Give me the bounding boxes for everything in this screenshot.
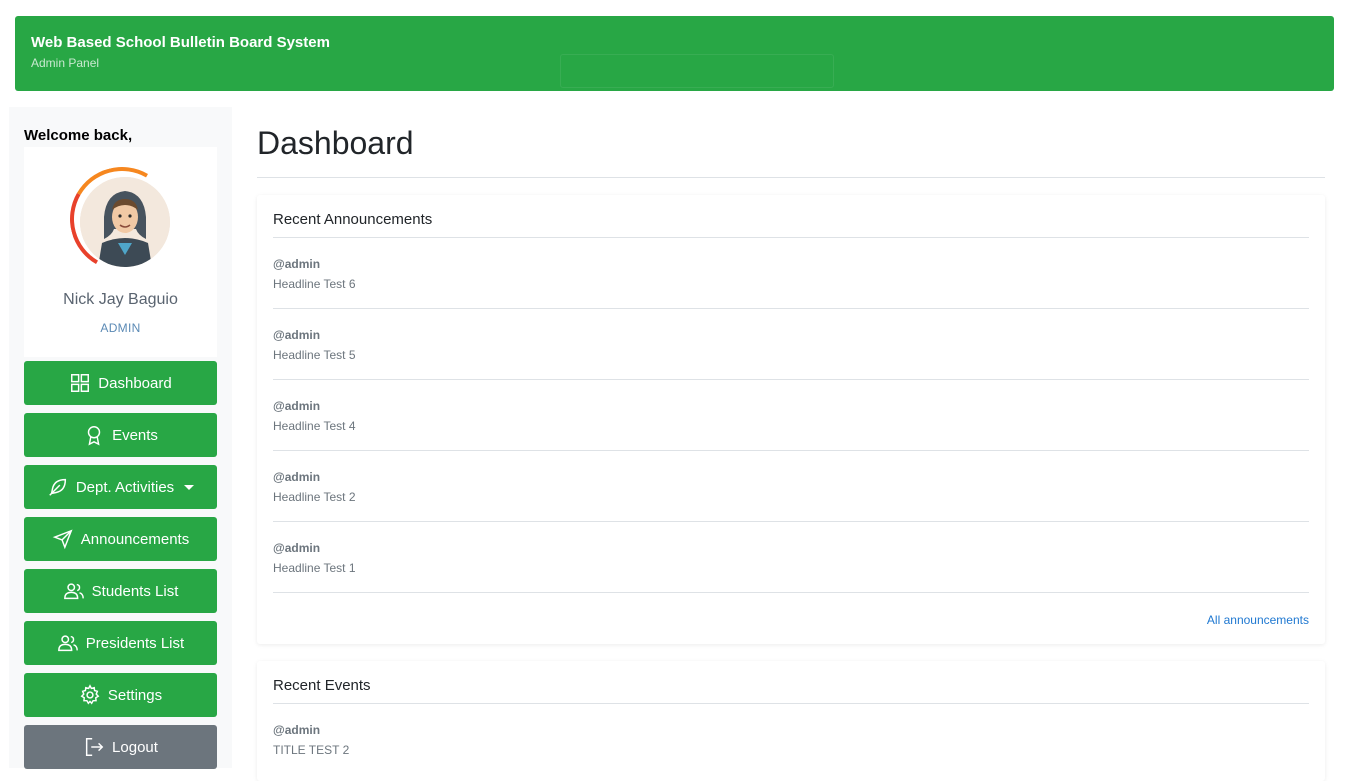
nav-logout-button[interactable]: Logout — [24, 725, 217, 769]
avatar-wrapper — [58, 155, 186, 283]
caret-down-icon — [184, 484, 195, 490]
nav-dashboard-label: Dashboard — [98, 374, 172, 392]
gear-icon — [80, 684, 100, 705]
avatar-image — [80, 177, 170, 267]
announcement-item[interactable]: @admin Headline Test 4 — [273, 380, 1309, 451]
user-name: Nick Jay Baguio — [63, 291, 178, 308]
nav-dept-activities-label: Dept. Activities — [75, 478, 175, 496]
users-icon — [63, 583, 84, 600]
nav-presidents-list-label: Presidents List — [85, 634, 185, 652]
nav-events-label: Events — [112, 426, 158, 444]
profile-card: Nick Jay Baguio ADMIN — [24, 147, 217, 357]
announcement-item[interactable]: @admin Headline Test 6 — [273, 238, 1309, 309]
announcement-headline: Headline Test 4 — [273, 419, 356, 433]
announcement-headline: Headline Test 2 — [273, 490, 356, 504]
app-title: Web Based School Bulletin Board System — [31, 34, 330, 51]
award-icon — [87, 426, 101, 446]
nav-logout-label: Logout — [112, 738, 158, 756]
announcement-headline: Headline Test 5 — [273, 348, 356, 362]
announcements-card: Recent Announcements @admin Headline Tes… — [257, 195, 1325, 644]
send-icon — [52, 529, 73, 550]
announcement-headline: Headline Test 6 — [273, 277, 356, 291]
events-heading: Recent Events — [273, 677, 371, 694]
nav-settings-button[interactable]: Settings — [24, 673, 217, 717]
faded-overlay — [560, 54, 834, 88]
event-author: @admin — [273, 723, 321, 737]
welcome-text: Welcome back, — [24, 127, 133, 144]
title-divider — [257, 177, 1325, 178]
announcement-author: @admin — [273, 257, 321, 271]
announcement-headline: Headline Test 1 — [273, 561, 356, 575]
logout-icon — [85, 738, 104, 756]
user-role: ADMIN — [100, 321, 141, 335]
avatar — [80, 177, 170, 267]
announcement-item[interactable]: @admin Headline Test 1 — [273, 522, 1309, 593]
nav-events-button[interactable]: Events — [24, 413, 217, 457]
event-title: TITLE TEST 2 — [273, 743, 350, 757]
nav-announcements-button[interactable]: Announcements — [24, 517, 217, 561]
announcement-author: @admin — [273, 328, 321, 342]
announcement-item[interactable]: @admin Headline Test 2 — [273, 451, 1309, 522]
event-item[interactable]: @admin TITLE TEST 2 — [273, 704, 1309, 775]
sidebar: Welcome back, Nick Jay Baguio ADMIN Dash… — [9, 107, 232, 769]
announcement-item[interactable]: @admin Headline Test 5 — [273, 309, 1309, 380]
nav-students-list-label: Students List — [91, 582, 179, 600]
events-card: Recent Events @admin TITLE TEST 2 — [257, 661, 1325, 781]
users-icon — [57, 635, 78, 652]
page-title: Dashboard — [257, 125, 414, 161]
top-header: Web Based School Bulletin Board System A… — [15, 16, 1334, 91]
nav-students-list-button[interactable]: Students List — [24, 569, 217, 613]
nav-settings-label: Settings — [107, 686, 163, 704]
feather-icon — [49, 478, 66, 496]
announcement-author: @admin — [273, 541, 321, 555]
nav-dashboard-button[interactable]: Dashboard — [24, 361, 217, 405]
nav-dept-activities-button[interactable]: Dept. Activities — [24, 465, 217, 509]
grid-icon — [71, 374, 90, 392]
announcement-author: @admin — [273, 470, 321, 484]
all-announcements-link[interactable]: All announcements — [1207, 613, 1309, 627]
announcement-author: @admin — [273, 399, 321, 413]
nav-announcements-label: Announcements — [80, 530, 190, 548]
announcements-heading: Recent Announcements — [273, 211, 433, 228]
nav-presidents-list-button[interactable]: Presidents List — [24, 621, 217, 665]
